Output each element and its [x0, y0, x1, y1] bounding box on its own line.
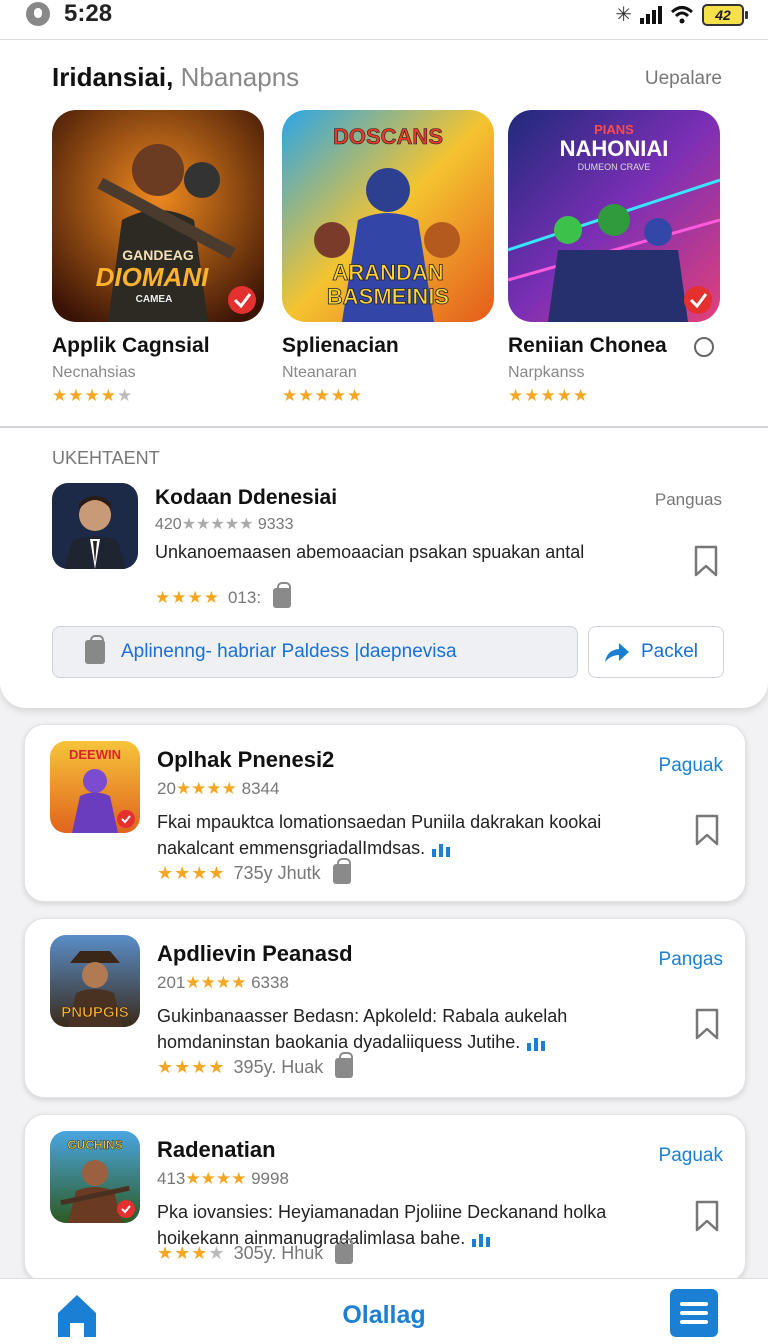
app-icon[interactable]: PIANS NAHONIAI DUMEON CRAVE [508, 110, 720, 322]
bluetooth-icon: ✳ [615, 4, 632, 26]
app-name: Applik Cagnsial [52, 334, 210, 357]
featured-app-2[interactable]: DOSCANS ARANDAN BASMEINIS Splienacian Nt… [282, 110, 494, 406]
app-name: Reniian Chonea [508, 334, 667, 357]
install-button[interactable]: Aplinenng- habriar Paldess |daepnevisa [52, 626, 578, 678]
menu-icon[interactable] [670, 1289, 718, 1337]
app-name: Kodaan Ddenesiai [155, 486, 338, 509]
featured-section: Iridansiai, Nbanapns Uepalare GANDEAG DI… [0, 40, 768, 426]
app-rating: ★★★★★ [508, 386, 590, 405]
app-meta: 420★★★★★ 9333 [155, 516, 294, 533]
category-label: Panguas [654, 490, 722, 509]
action-link[interactable]: Pangas [659, 949, 723, 971]
icon-text: DUMEON CRAVE [578, 162, 651, 172]
featured-title-bold: Iridansiai, [52, 62, 174, 92]
action-link[interactable]: Paguak [659, 1145, 723, 1167]
more-circle-icon[interactable] [694, 337, 714, 357]
app-rating: ★★★★★ [282, 386, 364, 405]
app-category: Necnahsias [52, 364, 136, 381]
status-time: 5:28 [64, 0, 113, 27]
lock-icon [332, 857, 351, 884]
app-meta: 20★★★★ 8344 [157, 779, 280, 798]
lock-icon [335, 1237, 354, 1264]
install-button-label: Aplinenng- habriar Paldess |daepnevisa [121, 641, 457, 662]
bookmark-icon[interactable] [693, 1199, 721, 1233]
nav-label[interactable]: Olallag [0, 1301, 768, 1330]
bottom-nav: Olallag [0, 1278, 768, 1344]
chart-icon [432, 844, 451, 858]
icon-text: PIANS [594, 122, 634, 137]
icon-text: DOSCANS [333, 124, 443, 149]
share-button[interactable]: Packel [588, 626, 724, 678]
app-category: Nteanaran [282, 364, 357, 381]
icon-text: GUCHINS [67, 1138, 122, 1152]
wifi-icon [670, 5, 694, 23]
signal-icon [640, 5, 662, 24]
app-rating: ★★★★★ [52, 386, 134, 405]
chart-icon [527, 1038, 546, 1052]
icon-text: ARANDAN [332, 260, 443, 285]
app-rating: ★★★★ 395y. Huak [157, 1051, 354, 1078]
featured-title: Iridansiai, Nbanapns [52, 62, 299, 93]
lock-icon [335, 1051, 354, 1078]
app-rating: ★★★★ 305y. Hhuk [157, 1237, 354, 1264]
app-name: Oplhak Pnenesi2 [157, 747, 335, 772]
share-button-label: Packel [641, 641, 699, 662]
bag-icon [85, 635, 105, 664]
update-link[interactable]: Uepalare [645, 68, 722, 90]
status-icons: ✳ 42 [615, 2, 748, 27]
icon-text: NAHONIAI [560, 136, 669, 161]
list-item[interactable]: DEEWIN Oplhak Pnenesi2 20★★★★ 8344 Fkai … [24, 724, 746, 902]
app-name: Radenatian [157, 1137, 276, 1162]
app-meta: 201★★★★ 6338 [157, 973, 289, 992]
icon-text: DIOMANI [96, 262, 209, 292]
app-category: Narpkanss [508, 364, 585, 381]
highlight-card: UKEHTAENT Kodaan Ddenesiai 420★★★★★ 9333… [0, 428, 768, 708]
featured-title-light: Nbanapns [180, 62, 300, 92]
action-link[interactable]: Paguak [659, 755, 723, 777]
chart-icon [472, 1234, 491, 1248]
section-label: UKEHTAENT [52, 448, 160, 468]
app-icon[interactable]: DOSCANS ARANDAN BASMEINIS [282, 110, 494, 322]
app-rating: ★★★★ 013: [155, 582, 292, 608]
profile-dot-icon [26, 2, 50, 26]
bookmark-icon[interactable] [692, 544, 720, 578]
battery-icon: 42 [702, 3, 748, 26]
bookmark-icon[interactable] [693, 813, 721, 847]
list-item[interactable]: GUCHINS Radenatian 413★★★★ 9998 Pka iova… [24, 1114, 746, 1282]
app-meta: 413★★★★ 9998 [157, 1169, 289, 1188]
icon-text: DEEWIN [69, 747, 121, 762]
app-description: Gukinbanaasser Bedasn: Apkoleld: Rabala … [157, 1006, 568, 1052]
app-icon[interactable]: GANDEAG DIOMANI CAMEA [52, 110, 264, 322]
app-description: Fkai mpauktca lomationsaedan Puniila dak… [157, 812, 602, 858]
app-name: Apdlievin Peanasd [157, 941, 353, 966]
app-icon[interactable]: GUCHINS [50, 1131, 140, 1223]
app-rating: ★★★★ 735y Jhutk [157, 857, 351, 884]
app-icon[interactable]: PNUPGIS [50, 935, 140, 1027]
featured-app-1[interactable]: GANDEAG DIOMANI CAMEA Applik Cagnsial Ne… [52, 110, 264, 406]
app-icon[interactable]: DEEWIN [50, 741, 140, 833]
featured-app-3[interactable]: PIANS NAHONIAI DUMEON CRAVE Reniian Chon… [508, 110, 720, 406]
icon-text: GANDEAG [122, 247, 194, 263]
share-icon [605, 643, 629, 662]
status-bar: 5:28 ✳ 42 [0, 0, 768, 40]
app-icon[interactable] [52, 483, 138, 569]
lock-icon [273, 582, 292, 608]
icon-text: BASMEINIS [327, 284, 449, 309]
app-description: Unkanoemaasen abemoaacian psakan spuakan… [155, 542, 585, 562]
icon-text: PNUPGIS [61, 1004, 129, 1021]
icon-text: CAMEA [136, 294, 173, 305]
app-name: Splienacian [282, 334, 399, 357]
bookmark-icon[interactable] [693, 1007, 721, 1041]
list-item[interactable]: PNUPGIS Apdlievin Peanasd 201★★★★ 6338 G… [24, 918, 746, 1098]
